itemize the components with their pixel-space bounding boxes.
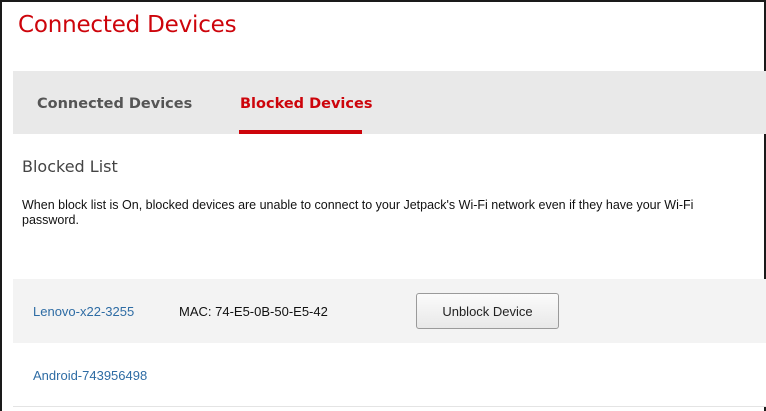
section-title: Blocked List — [22, 157, 118, 176]
tab-bar: Connected Devices Blocked Devices — [13, 71, 766, 134]
active-tab-indicator — [239, 130, 362, 134]
tab-blocked-devices[interactable]: Blocked Devices — [237, 71, 372, 134]
blocked-device-row: Lenovo-x22-3255 MAC: 74-E5-0B-50-E5-42 U… — [13, 279, 766, 343]
blocked-device-row: Android-743956498 — [13, 343, 766, 407]
mac-address: MAC: 74-E5-0B-50-E5-42 — [179, 304, 328, 319]
app-frame: Connected Devices Connected Devices Bloc… — [0, 0, 766, 411]
section-description: When block list is On, blocked devices a… — [22, 198, 694, 227]
tab-connected-devices[interactable]: Connected Devices — [37, 71, 192, 134]
tab-label: Blocked Devices — [240, 96, 373, 112]
device-name-link[interactable]: Android-743956498 — [33, 368, 147, 383]
unblock-device-button[interactable]: Unblock Device — [416, 293, 559, 329]
tab-label: Connected Devices — [37, 96, 193, 112]
device-name-link[interactable]: Lenovo-x22-3255 — [33, 304, 134, 319]
page-title: Connected Devices — [18, 12, 237, 38]
